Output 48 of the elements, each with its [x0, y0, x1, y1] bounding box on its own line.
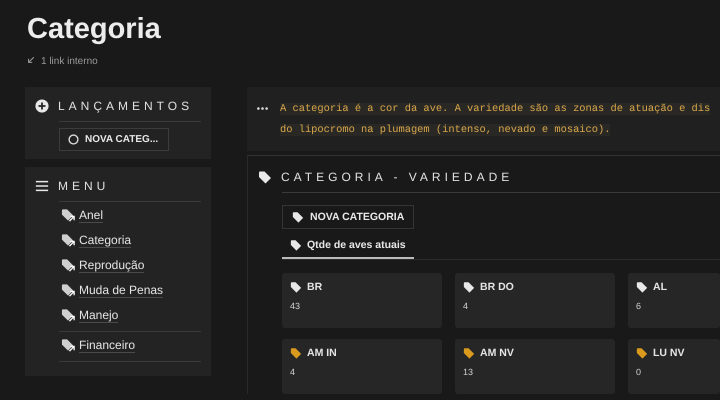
count-value: 6: [636, 301, 642, 311]
circle-icon: [68, 134, 79, 145]
menu-item[interactable]: Manejo: [79, 308, 118, 323]
category-card[interactable]: AL 6: [628, 273, 720, 328]
count-value: 43: [290, 301, 302, 311]
count-value: 0: [636, 367, 642, 377]
card-title: BR DO: [480, 281, 514, 293]
menu-item[interactable]: Reprodução: [79, 258, 144, 273]
menu-item[interactable]: Categoria: [79, 233, 132, 248]
new-category-button[interactable]: NOVA CATEGORIA: [282, 205, 414, 229]
category-card[interactable]: LU NV 0: [628, 339, 720, 394]
page-link-icon: [61, 338, 76, 353]
view-tab[interactable]: Qtde de aves atuais: [282, 233, 414, 259]
category-card[interactable]: AM NV 13: [455, 339, 615, 394]
section-title: MENU: [58, 179, 110, 193]
count-value: 13: [463, 367, 474, 377]
card-title: BR: [307, 281, 322, 293]
count-value: 4: [463, 301, 470, 311]
more-icon[interactable]: [257, 107, 268, 110]
page-link-icon: [61, 233, 76, 248]
callout-text: A categoria é a cor da ave. A variedade são as zonas de atuação e dis: [280, 103, 710, 115]
card-title: AL: [653, 281, 667, 293]
page-title: Categoria: [27, 12, 162, 46]
menu-item[interactable]: Anel: [79, 208, 104, 223]
menu-icon: [35, 179, 49, 193]
callout-text: do lipocromo na plumagem (intenso, nevado e mosaico).: [280, 124, 610, 136]
tag-icon: [258, 170, 272, 184]
backlinks-link[interactable]: 1 link interno: [27, 56, 98, 67]
category-card[interactable]: AM IN 4: [282, 339, 442, 394]
section-title: CATEGORIA - VARIEDADE: [281, 170, 514, 184]
page-link-icon: [61, 208, 76, 223]
category-card[interactable]: BR DO 4: [455, 273, 615, 328]
page-link-icon: [61, 258, 76, 273]
page-link-icon: [61, 308, 76, 323]
card-title: LU NV: [653, 347, 684, 359]
category-card[interactable]: BR 43: [282, 273, 442, 328]
menu-item[interactable]: Muda de Penas: [79, 283, 164, 298]
menu-item[interactable]: Financeiro: [79, 338, 136, 353]
tag-icon: [292, 211, 304, 223]
page-link-icon: [61, 283, 76, 298]
arrow-icon: [27, 56, 35, 64]
tag-icon: [290, 239, 302, 251]
plus-icon: [35, 99, 49, 113]
card-title: AM NV: [480, 347, 514, 359]
section-title: LANÇAMENTOS: [58, 99, 194, 113]
count-value: 4: [290, 367, 296, 377]
new-category-button[interactable]: NOVA CATEG...: [59, 128, 170, 151]
card-title: AM IN: [307, 347, 337, 359]
